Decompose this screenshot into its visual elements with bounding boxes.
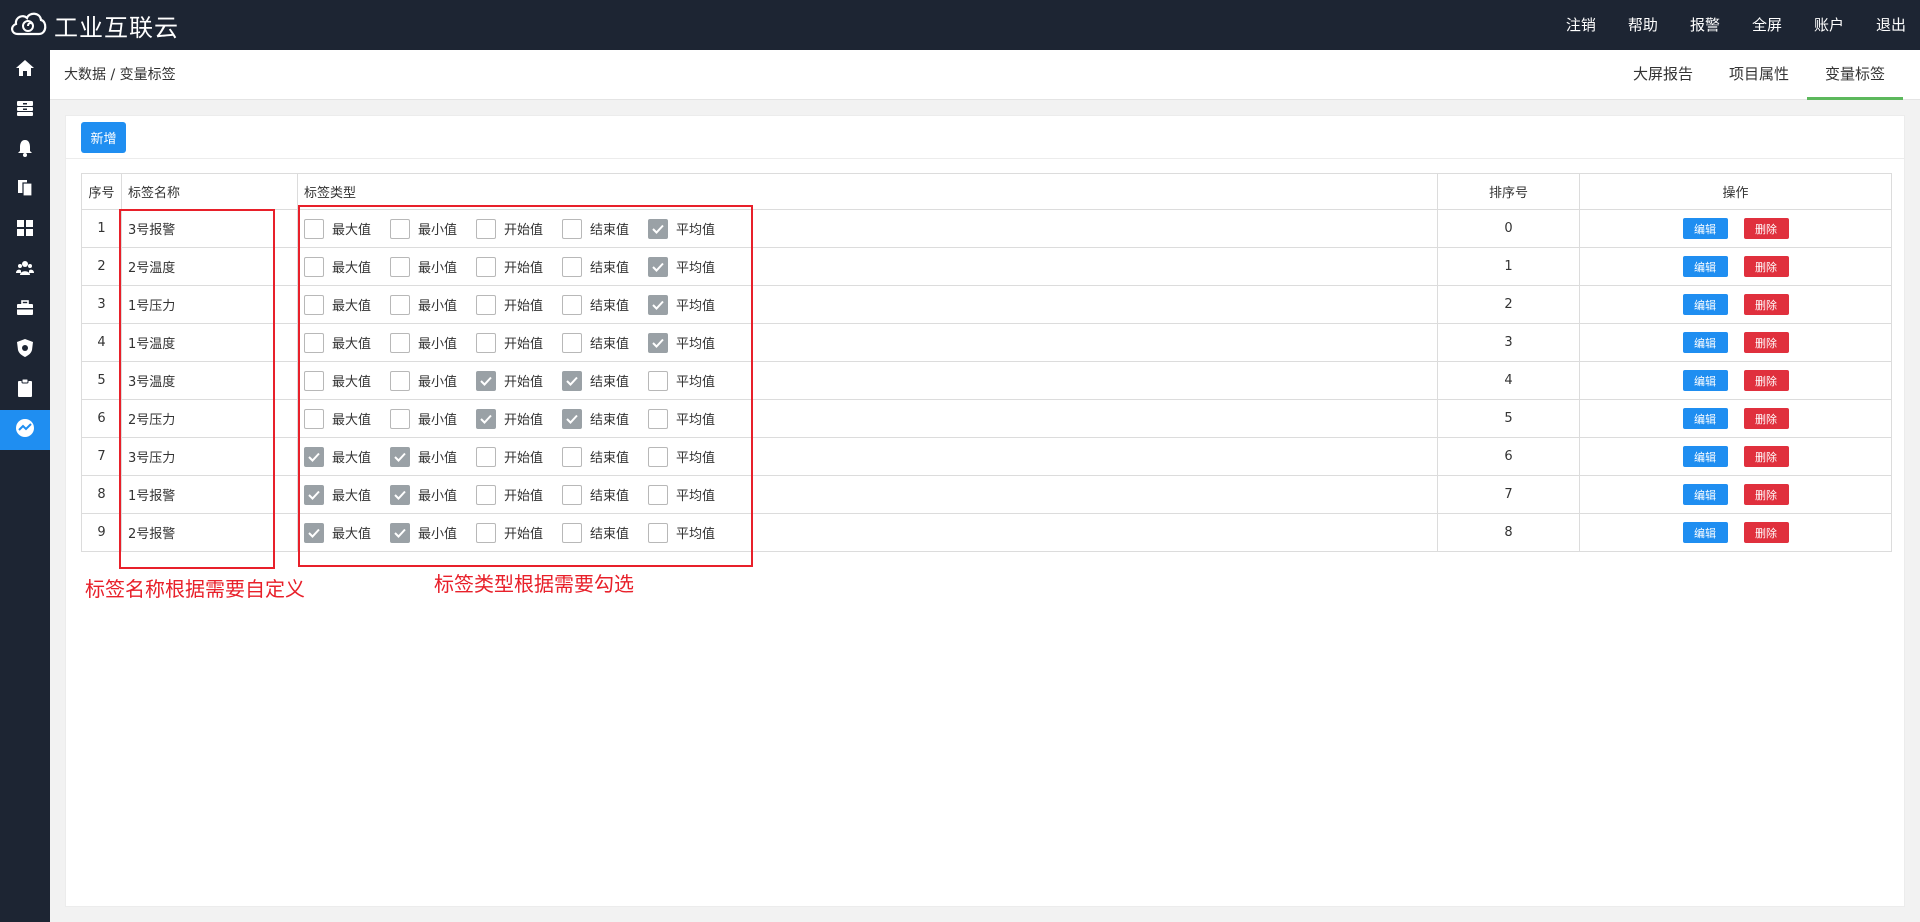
bell-icon	[15, 138, 35, 162]
row-index: 6	[81, 399, 122, 438]
annotation-box-tag-name	[119, 209, 275, 569]
header-tag-name: 标签名称	[121, 173, 298, 210]
delete-button[interactable]: 删除	[1743, 446, 1789, 467]
chart-line-icon	[15, 418, 35, 442]
tab-variable-tags[interactable]: 变量标签	[1806, 50, 1903, 100]
row-actions: 编辑 删除	[1579, 437, 1892, 476]
row-actions: 编辑 删除	[1579, 247, 1892, 286]
tab-big-screen-report[interactable]: 大屏报告	[1615, 50, 1711, 100]
row-index: 1	[81, 209, 122, 248]
edit-button[interactable]: 编辑	[1682, 332, 1728, 353]
delete-button[interactable]: 删除	[1743, 218, 1789, 239]
user-group-icon	[15, 258, 35, 282]
top-menu: 注销 帮助 报警 全屏 账户 退出	[1566, 0, 1920, 50]
briefcase-icon	[15, 298, 35, 322]
edit-button[interactable]: 编辑	[1682, 446, 1728, 467]
row-actions: 编辑 删除	[1579, 399, 1892, 438]
brand[interactable]: 工业互联云	[8, 8, 179, 42]
add-button[interactable]: 新增	[81, 122, 126, 153]
delete-button[interactable]: 删除	[1743, 408, 1789, 429]
header-sort-order: 排序号	[1437, 173, 1580, 210]
row-actions: 编辑 删除	[1579, 209, 1892, 248]
sidebar-item-home[interactable]	[0, 50, 50, 90]
sidebar-item-inbox[interactable]	[0, 90, 50, 130]
row-index: 2	[81, 247, 122, 286]
home-icon	[15, 58, 35, 82]
row-sort-order: 0	[1437, 209, 1580, 248]
clipboard-icon	[15, 378, 35, 402]
edit-button[interactable]: 编辑	[1682, 294, 1728, 315]
exit-link[interactable]: 退出	[1876, 0, 1906, 50]
tab-project-properties[interactable]: 项目属性	[1711, 50, 1807, 100]
row-index: 3	[81, 285, 122, 324]
sidebar-item-alarm[interactable]	[0, 130, 50, 170]
annotation-note-tag-name: 标签名称根据需要自定义	[85, 577, 305, 601]
sidebar	[0, 50, 50, 922]
row-sort-order: 8	[1437, 513, 1580, 552]
header-actions: 操作	[1579, 173, 1892, 210]
row-index: 4	[81, 323, 122, 362]
delete-button[interactable]: 删除	[1743, 522, 1789, 543]
copy-icon	[15, 178, 35, 202]
delete-button[interactable]: 删除	[1743, 294, 1789, 315]
alarm-link[interactable]: 报警	[1690, 0, 1720, 50]
row-sort-order: 3	[1437, 323, 1580, 362]
sidebar-item-users[interactable]	[0, 250, 50, 290]
account-link[interactable]: 账户	[1814, 0, 1844, 50]
sidebar-item-projects[interactable]	[0, 290, 50, 330]
annotation-box-tag-type	[298, 205, 753, 567]
row-index: 5	[81, 361, 122, 400]
edit-button[interactable]: 编辑	[1682, 370, 1728, 391]
logout-link[interactable]: 注销	[1566, 0, 1596, 50]
row-sort-order: 1	[1437, 247, 1580, 286]
edit-button[interactable]: 编辑	[1682, 522, 1728, 543]
tab-bar: 大屏报告 项目属性 变量标签	[1615, 50, 1903, 100]
row-sort-order: 6	[1437, 437, 1580, 476]
row-actions: 编辑 删除	[1579, 361, 1892, 400]
breadcrumb: 大数据 / 变量标签	[64, 67, 176, 83]
row-sort-order: 2	[1437, 285, 1580, 324]
row-sort-order: 5	[1437, 399, 1580, 438]
subheader: 大数据 / 变量标签 大屏报告 项目属性 变量标签	[50, 50, 1920, 100]
sidebar-item-clipboard[interactable]	[0, 370, 50, 410]
inbox-icon	[15, 98, 35, 122]
row-index: 9	[81, 513, 122, 552]
fullscreen-link[interactable]: 全屏	[1752, 0, 1782, 50]
header-index: 序号	[81, 173, 122, 210]
sidebar-item-security[interactable]	[0, 330, 50, 370]
shield-icon	[15, 338, 35, 362]
delete-button[interactable]: 删除	[1743, 256, 1789, 277]
delete-button[interactable]: 删除	[1743, 332, 1789, 353]
edit-button[interactable]: 编辑	[1682, 408, 1728, 429]
row-actions: 编辑 删除	[1579, 475, 1892, 514]
divider	[66, 158, 1904, 159]
edit-button[interactable]: 编辑	[1682, 256, 1728, 277]
sidebar-item-documents[interactable]	[0, 170, 50, 210]
edit-button[interactable]: 编辑	[1682, 218, 1728, 239]
sidebar-item-dashboard[interactable]	[0, 210, 50, 250]
delete-button[interactable]: 删除	[1743, 370, 1789, 391]
row-sort-order: 4	[1437, 361, 1580, 400]
row-index: 8	[81, 475, 122, 514]
row-actions: 编辑 删除	[1579, 285, 1892, 324]
top-navbar: 工业互联云 注销 帮助 报警 全屏 账户 退出	[0, 0, 1920, 50]
dashboard-icon	[15, 218, 35, 242]
row-actions: 编辑 删除	[1579, 323, 1892, 362]
app-title: 工业互联云	[54, 13, 179, 42]
edit-button[interactable]: 编辑	[1682, 484, 1728, 505]
annotation-note-tag-type: 标签类型根据需要勾选	[434, 572, 634, 596]
help-link[interactable]: 帮助	[1628, 0, 1658, 50]
row-actions: 编辑 删除	[1579, 513, 1892, 552]
row-index: 7	[81, 437, 122, 476]
cloud-logo-icon	[8, 8, 48, 42]
row-sort-order: 7	[1437, 475, 1580, 514]
sidebar-item-bigdata[interactable]	[0, 410, 50, 450]
delete-button[interactable]: 删除	[1743, 484, 1789, 505]
